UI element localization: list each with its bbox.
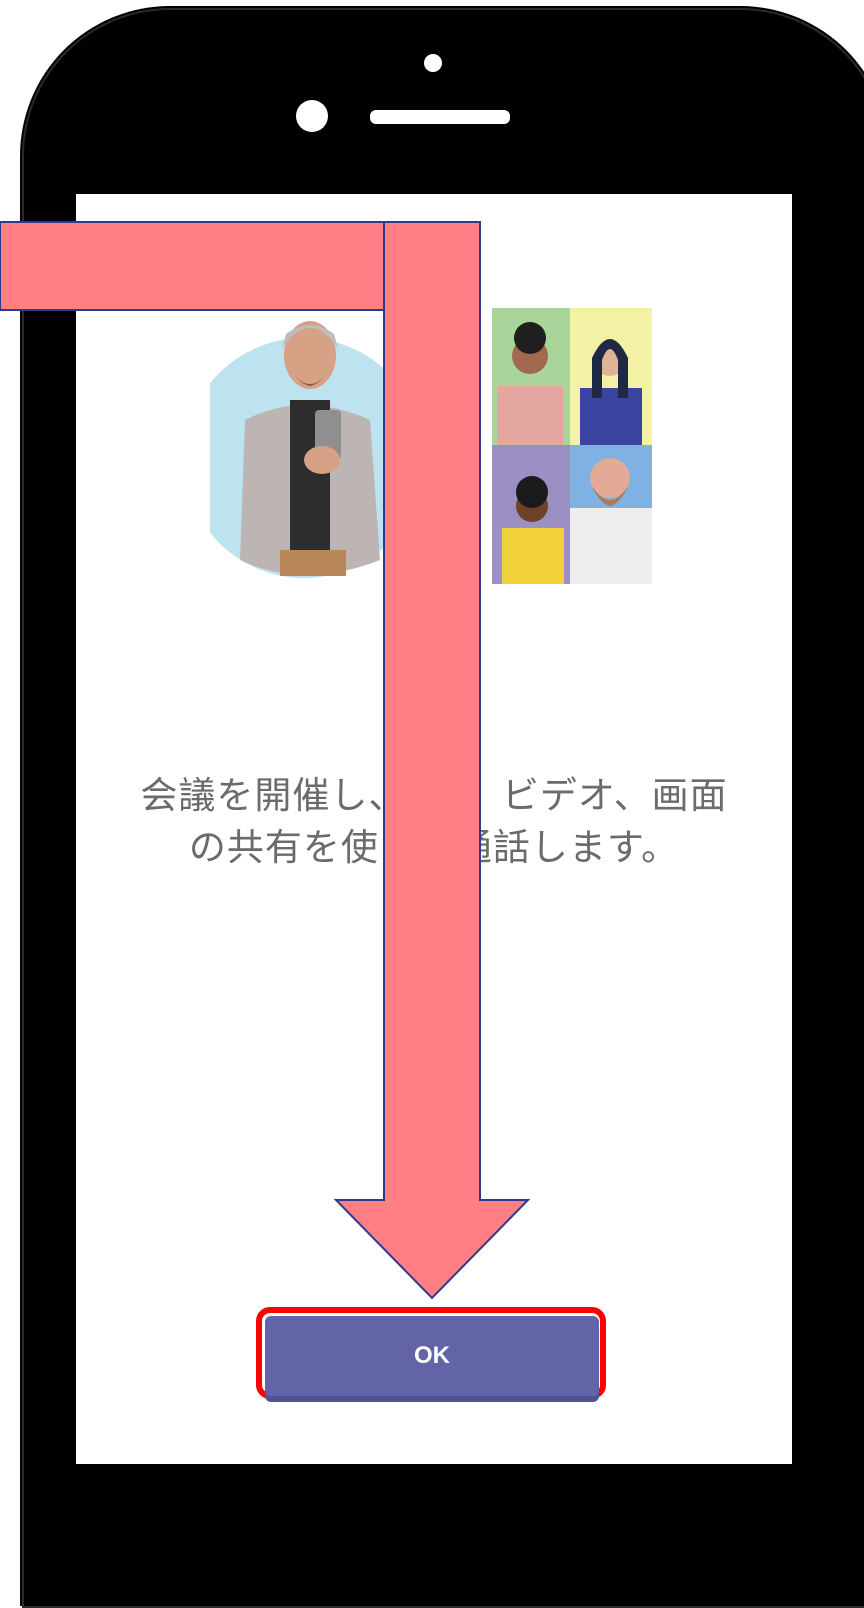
feature-description: 会議を開催し、 、ビデオ、画面 の共有を使っ 通話します。 <box>76 770 792 874</box>
sensor-dot-icon <box>424 54 442 72</box>
video-call-grid-illustration <box>492 308 652 584</box>
caption-line-2: の共有を使っ 通話します。 <box>188 826 680 869</box>
front-camera-icon <box>296 100 328 132</box>
ok-button[interactable]: OK <box>265 1316 599 1396</box>
person-with-phone-illustration <box>210 321 410 578</box>
earpiece-speaker-icon <box>370 110 510 124</box>
caption-line-1: 会議を開催し、 、ビデオ、画面 <box>140 774 728 817</box>
